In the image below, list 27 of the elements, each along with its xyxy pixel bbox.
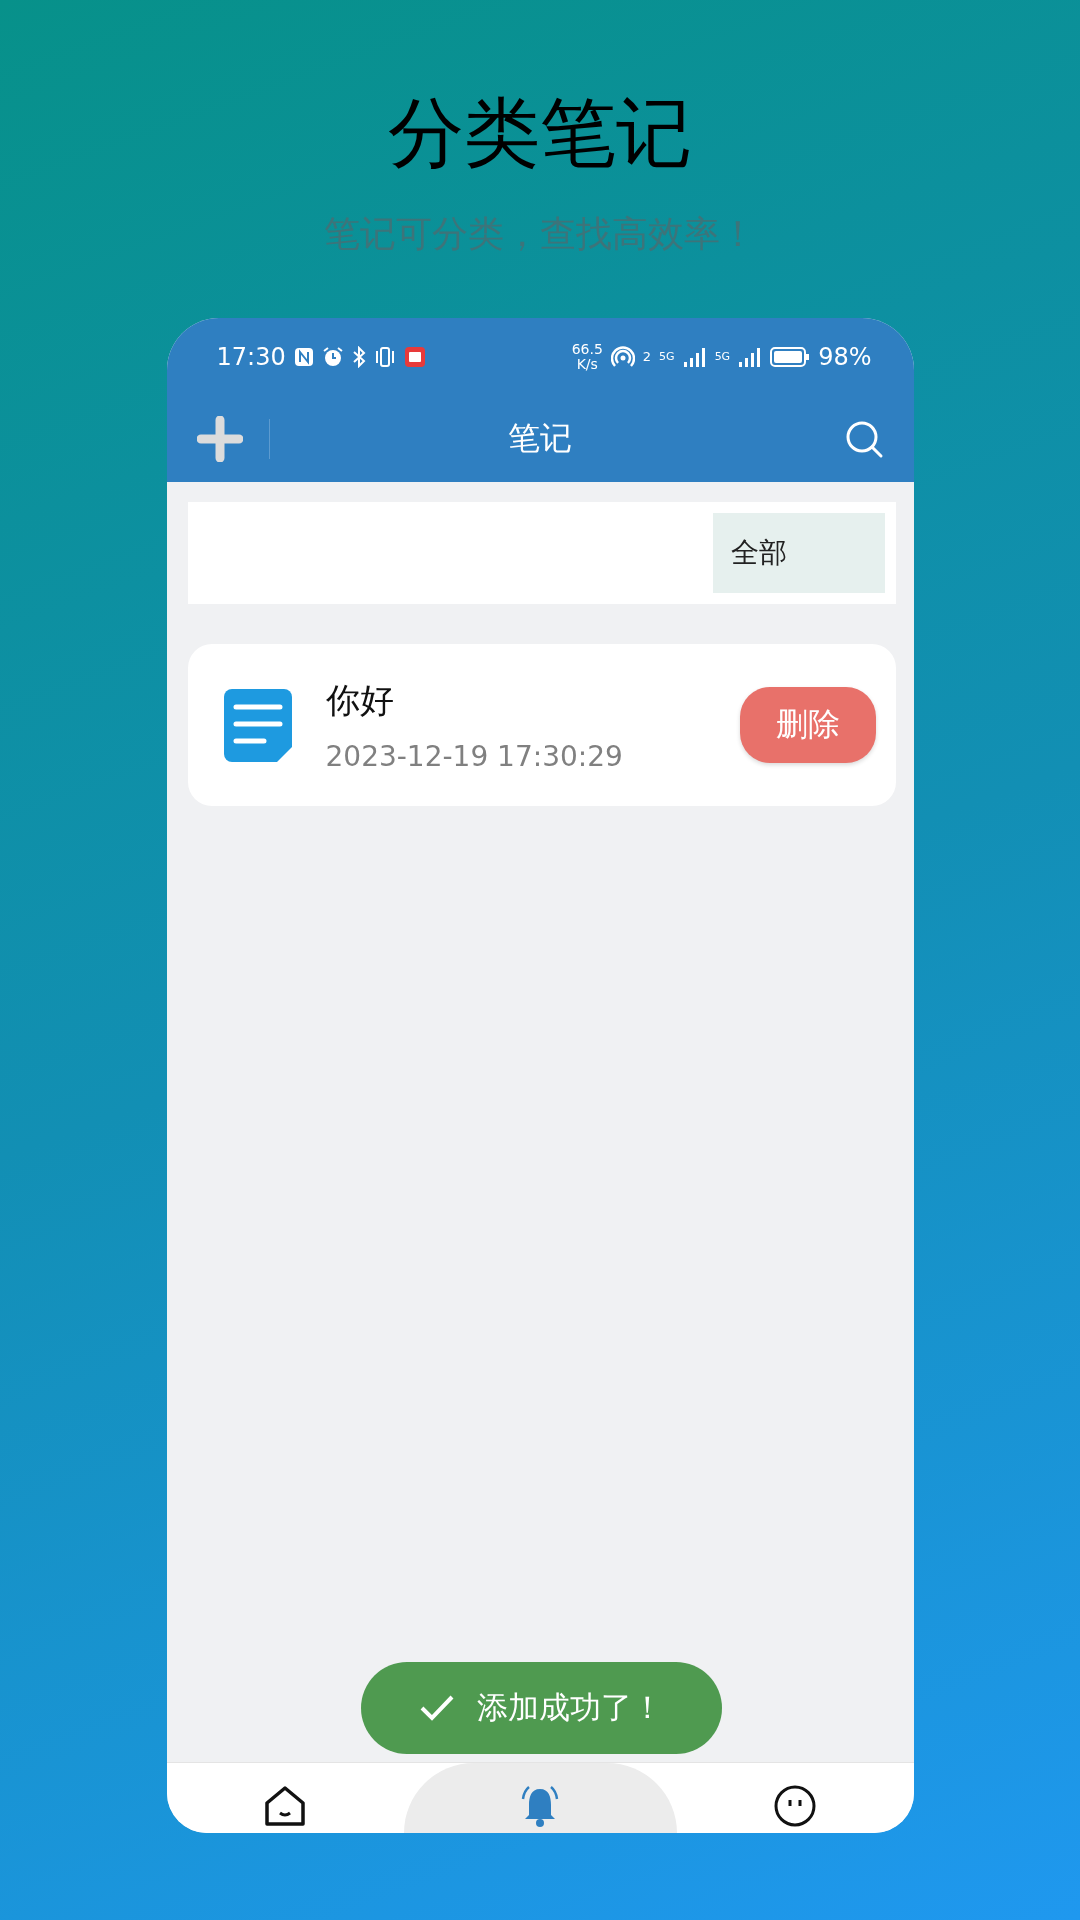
- nfc-icon: [293, 346, 314, 367]
- note-title: 你好: [325, 678, 395, 722]
- face-icon: [772, 1783, 818, 1829]
- page-title: 分类笔记: [388, 88, 692, 178]
- signal-icon: [682, 345, 707, 368]
- hotspot-count: 2: [642, 350, 652, 363]
- signal-icon: [738, 345, 763, 368]
- note-icon: [223, 688, 292, 762]
- toast-message: 添加成功了！: [477, 1688, 663, 1727]
- note-card[interactable]: 你好 2023-12-19 17:30:29 删除: [187, 644, 896, 806]
- category-tab[interactable]: 全部: [712, 513, 885, 593]
- battery-percent: 98%: [818, 344, 872, 369]
- app-title: 笔记: [508, 418, 572, 457]
- note-date: 2023-12-19 17:30:29: [325, 739, 624, 773]
- app-notification-icon: [403, 345, 426, 368]
- hotspot-icon: [610, 344, 635, 369]
- status-time: 17:30: [216, 344, 286, 369]
- network-type: 5G: [714, 351, 731, 362]
- vibrate-icon: [373, 345, 396, 368]
- home-icon: [262, 1783, 308, 1829]
- network-speed: 66.5 K/s: [571, 341, 603, 372]
- battery-icon: [770, 345, 811, 368]
- bluetooth-icon: [351, 345, 366, 368]
- plus-icon[interactable]: [196, 415, 243, 462]
- check-icon: [419, 1694, 455, 1722]
- network-type: 5G: [659, 351, 675, 362]
- alarm-icon: [321, 345, 344, 368]
